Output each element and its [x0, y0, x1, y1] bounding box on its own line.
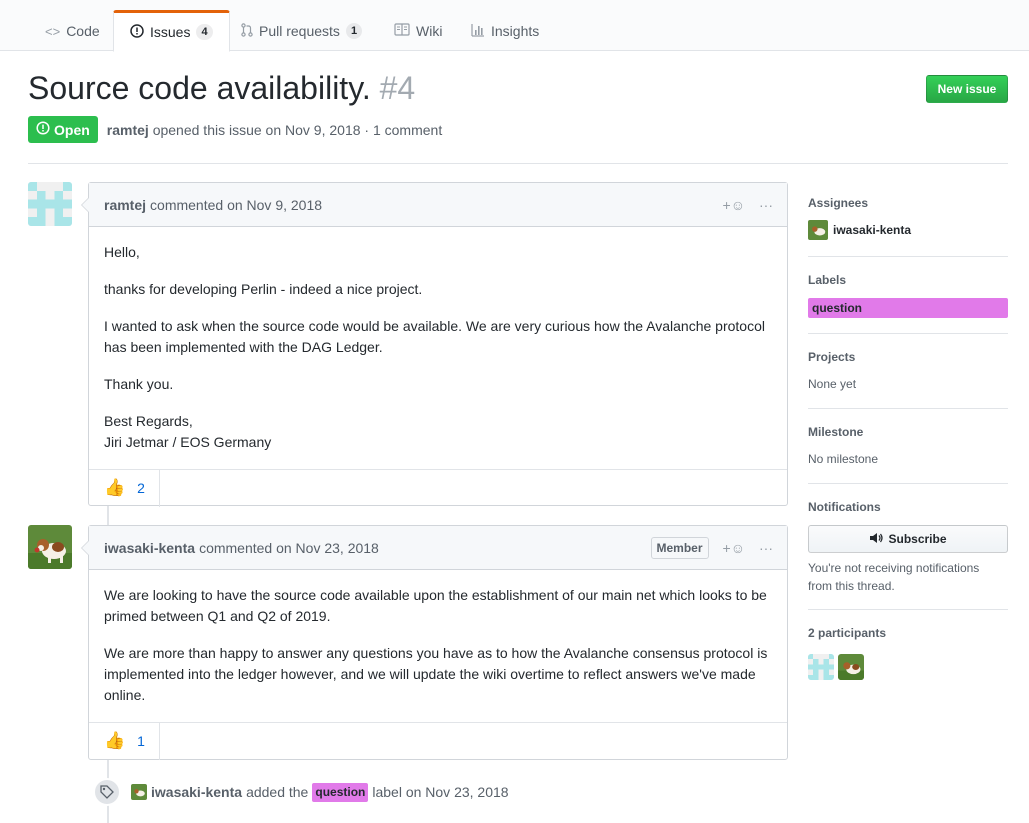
- avatar: [808, 220, 828, 240]
- issue-opened-icon: [130, 23, 144, 41]
- issue-meta: Open ramtej opened this issue on Nov 9, …: [28, 116, 442, 143]
- issue-number: #4: [379, 70, 416, 106]
- tab-insights[interactable]: Insights: [454, 10, 556, 51]
- tab-pull-requests[interactable]: Pull requests 1: [224, 10, 379, 51]
- avatar[interactable]: [28, 525, 72, 569]
- sidebar-divider: [808, 333, 1008, 334]
- notifications-heading: Notifications: [808, 500, 881, 514]
- avatar[interactable]: [28, 182, 72, 226]
- reactions-bar: 👍 2: [89, 469, 787, 507]
- new-issue-button[interactable]: New issue: [926, 75, 1008, 103]
- subscribe-button[interactable]: Subscribe: [808, 525, 1008, 553]
- tab-code[interactable]: <> Code: [28, 10, 117, 51]
- comment-timestamp[interactable]: commented on Nov 9, 2018: [150, 197, 322, 213]
- unmute-icon: [869, 532, 884, 547]
- labels-heading[interactable]: Labels: [808, 273, 1008, 287]
- event-timestamp: label on Nov 23, 2018: [372, 784, 509, 800]
- thumbs-up-reaction-button[interactable]: 👍 1: [89, 722, 160, 760]
- timeline-line: [107, 505, 109, 525]
- question-label[interactable]: question: [312, 782, 369, 802]
- sidebar-divider: [808, 483, 1008, 484]
- git-pull-request-icon: [241, 22, 253, 40]
- projects-heading[interactable]: Projects: [808, 350, 1008, 364]
- more-options-icon[interactable]: ···: [759, 540, 773, 556]
- code-icon: <>: [45, 23, 61, 39]
- add-reaction-icon[interactable]: +☺: [723, 540, 745, 556]
- comment-author-link[interactable]: ramtej: [104, 197, 146, 213]
- assignees-heading[interactable]: Assignees: [808, 196, 1008, 210]
- issue-opened-icon: [36, 121, 50, 138]
- member-badge: Member: [650, 537, 709, 559]
- milestone-value: No milestone: [808, 452, 879, 466]
- add-reaction-icon[interactable]: +☺: [723, 197, 745, 213]
- issue-opened-text: opened this issue on Nov 9, 2018 · 1 com…: [152, 121, 443, 138]
- sidebar-divider: [808, 256, 1008, 257]
- comment-body: We are looking to have the source code a…: [104, 587, 768, 703]
- event-actor-link[interactable]: iwasaki-kenta: [151, 784, 242, 800]
- sidebar-question-label[interactable]: question: [808, 298, 1008, 318]
- issue-title: Source code availability. #4: [28, 70, 416, 106]
- tab-wiki[interactable]: Wiki: [377, 10, 459, 51]
- avatar[interactable]: [131, 784, 147, 800]
- header-divider: [28, 163, 1008, 164]
- comment-header: iwasaki-kenta commented on Nov 23, 2018 …: [89, 526, 787, 570]
- participants-list: [808, 654, 1008, 680]
- notifications-note: You're not receiving notifications from …: [808, 561, 980, 593]
- comment-body: Hello, thanks for developing Perlin - in…: [104, 244, 765, 450]
- issues-counter: 4: [196, 24, 213, 40]
- reaction-count: 2: [137, 480, 145, 496]
- state-badge: Open: [28, 116, 98, 143]
- participants-heading: 2 participants: [808, 626, 887, 640]
- sidebar-divider: [808, 609, 1008, 610]
- tag-icon: [93, 778, 121, 806]
- more-options-icon[interactable]: ···: [759, 197, 773, 213]
- tab-issues[interactable]: Issues 4: [113, 10, 230, 52]
- label-event: iwasaki-kenta added the question label o…: [93, 778, 509, 806]
- comment-ramtej: ramtej commented on Nov 9, 2018 +☺ ··· H…: [81, 182, 788, 507]
- comment-timestamp[interactable]: commented on Nov 23, 2018: [199, 540, 379, 556]
- book-icon: [394, 23, 410, 39]
- projects-value: None yet: [808, 377, 857, 391]
- pull-requests-counter: 1: [345, 23, 363, 39]
- sidebar-divider: [808, 408, 1008, 409]
- thumbs-up-icon: 👍: [104, 478, 126, 497]
- repo-nav: <> Code Issues 4 Pull requests 1 Wiki In…: [0, 0, 1029, 52]
- participant-avatar[interactable]: [808, 654, 834, 680]
- milestone-heading[interactable]: Milestone: [808, 425, 1008, 439]
- comment-author-link[interactable]: iwasaki-kenta: [104, 540, 195, 556]
- reactions-bar: 👍 1: [89, 722, 787, 760]
- thumbs-up-icon: 👍: [104, 731, 126, 750]
- reaction-count: 1: [137, 733, 145, 749]
- comment-iwasaki-kenta: iwasaki-kenta commented on Nov 23, 2018 …: [81, 525, 788, 760]
- graph-icon: [471, 23, 485, 40]
- issue-author-link[interactable]: ramtej: [107, 122, 149, 138]
- thumbs-up-reaction-button[interactable]: 👍 2: [89, 469, 160, 507]
- participant-avatar[interactable]: [838, 654, 864, 680]
- comment-header: ramtej commented on Nov 9, 2018 +☺ ···: [89, 183, 787, 227]
- assignee-item[interactable]: iwasaki-kenta: [808, 220, 911, 240]
